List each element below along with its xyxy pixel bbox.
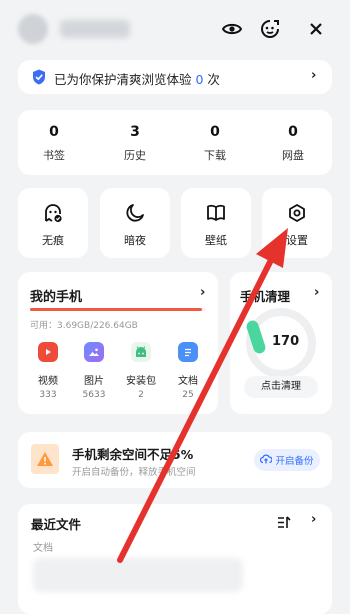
- tile-night-mode[interactable]: 暗夜: [100, 188, 170, 258]
- stat-label: 网盘: [282, 149, 304, 162]
- recent-files-card[interactable]: 最近文件 › 文档: [18, 504, 332, 614]
- category-name: 图片: [84, 376, 104, 387]
- category-count: 5633: [82, 390, 106, 400]
- shield-icon: [32, 69, 46, 89]
- storage-warning-subtitle: 开启自动备份，释放手机空间: [72, 467, 196, 478]
- my-phone-title: 我的手机: [30, 290, 83, 305]
- category-name: 文档: [178, 376, 198, 387]
- image-icon: [84, 342, 104, 362]
- smiley-skin-icon[interactable]: [257, 16, 283, 42]
- category-name: 安装包: [126, 376, 156, 387]
- category-count: 25: [182, 390, 194, 400]
- storage-progress-fill: [30, 308, 203, 311]
- tile-label: 壁纸: [205, 234, 227, 247]
- stat-bookmarks[interactable]: 0 书签: [24, 124, 84, 163]
- storage-available-text: 可用：3.69GB/226.64GB: [30, 321, 138, 331]
- book-open-icon: [181, 203, 251, 223]
- category-videos[interactable]: 视频 333: [30, 342, 66, 400]
- phone-clean-title: 手机清理: [240, 289, 291, 304]
- clean-value: 170: [272, 334, 300, 349]
- header: [0, 0, 350, 60]
- category-name: 视频: [38, 376, 58, 387]
- stat-number: 3: [130, 124, 140, 140]
- cloud-upload-icon: [260, 454, 274, 467]
- chevron-right-icon: ›: [314, 285, 320, 300]
- document-icon: [178, 342, 198, 362]
- category-count: 2: [138, 390, 144, 400]
- category-count: 333: [39, 390, 57, 400]
- close-icon[interactable]: [303, 16, 329, 42]
- recent-category-label: 文档: [33, 543, 53, 554]
- phone-clean-card[interactable]: 手机清理 › 170 点击清理: [230, 272, 332, 414]
- tile-label: 设置: [286, 234, 308, 247]
- stat-downloads[interactable]: 0 下载: [185, 124, 245, 163]
- category-apks[interactable]: 安装包 2: [123, 342, 159, 400]
- avatar[interactable]: [18, 14, 48, 44]
- video-play-icon: [38, 342, 58, 362]
- tile-wallpaper[interactable]: 壁纸: [181, 188, 251, 258]
- enable-backup-button[interactable]: 开启备份: [254, 449, 320, 471]
- stat-cloud-drive[interactable]: 0 网盘: [263, 124, 323, 163]
- eye-icon[interactable]: [219, 16, 245, 42]
- tile-label: 暗夜: [124, 234, 146, 247]
- warning-triangle-icon: [31, 444, 59, 474]
- username-blurred[interactable]: [60, 20, 130, 38]
- storage-warning-card[interactable]: 手机剩余空间不足5% 开启自动备份，释放手机空间 开启备份: [18, 432, 332, 488]
- incognito-ghost-icon: [18, 203, 88, 223]
- stat-label: 下载: [204, 149, 226, 162]
- chevron-right-icon: ›: [311, 68, 317, 83]
- recent-file-row-blurred[interactable]: [33, 558, 243, 592]
- tile-label: 无痕: [42, 234, 64, 247]
- stat-label: 书签: [43, 149, 65, 162]
- stats-card: 0 书签 3 历史 0 下载 0 网盘: [18, 110, 332, 175]
- stat-number: 0: [210, 124, 220, 140]
- storage-progress-bar: [30, 308, 206, 311]
- stat-history[interactable]: 3 历史: [105, 124, 165, 163]
- recent-files-title: 最近文件: [31, 517, 82, 532]
- tile-incognito[interactable]: 无痕: [18, 188, 88, 258]
- moon-icon: [100, 203, 170, 223]
- storage-warning-title: 手机剩余空间不足5%: [72, 447, 194, 462]
- stat-number: 0: [288, 124, 298, 140]
- sort-toggle-icon[interactable]: [277, 514, 291, 533]
- category-documents[interactable]: 文档 25: [170, 342, 206, 400]
- chevron-right-icon: ›: [311, 512, 317, 527]
- protection-text: 已为你保护清爽浏览体验 0 次: [54, 72, 220, 87]
- android-icon: [131, 342, 151, 362]
- category-images[interactable]: 图片 5633: [76, 342, 112, 400]
- chevron-right-icon: ›: [200, 285, 206, 300]
- my-phone-card[interactable]: 我的手机 › 可用：3.69GB/226.64GB 视频 333 图片 5633…: [18, 272, 218, 414]
- tile-settings[interactable]: 设置: [262, 188, 332, 258]
- stat-label: 历史: [124, 149, 146, 162]
- stat-number: 0: [49, 124, 59, 140]
- clean-now-button[interactable]: 点击清理: [244, 376, 318, 398]
- enable-backup-label: 开启备份: [275, 456, 314, 467]
- settings-hexagon-icon: [262, 203, 332, 223]
- protection-banner[interactable]: 已为你保护清爽浏览体验 0 次 ›: [18, 60, 332, 94]
